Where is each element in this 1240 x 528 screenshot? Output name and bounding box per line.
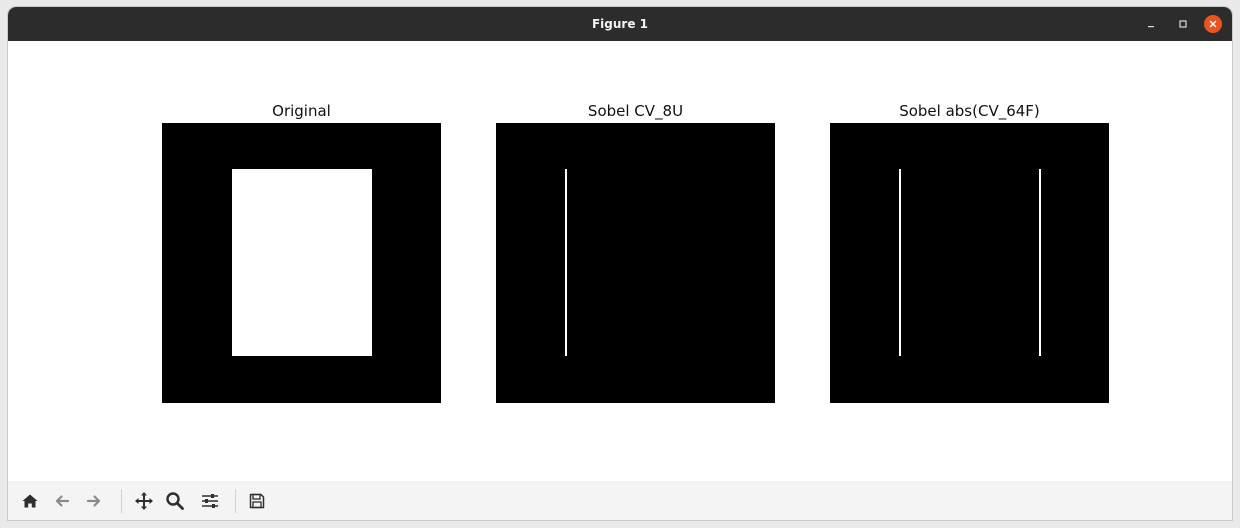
image-sobel-abs-64f <box>830 123 1109 403</box>
minimize-button[interactable] <box>1142 15 1160 33</box>
edge-line-right <box>1039 169 1041 356</box>
configure-subplots-icon <box>202 494 218 508</box>
home-button[interactable] <box>19 490 41 512</box>
back-icon <box>55 495 70 507</box>
maximize-button[interactable] <box>1174 15 1192 33</box>
figure-canvas[interactable]: Original Sobel CV_8U Sobel abs(CV_64F) <box>8 41 1232 481</box>
minimize-icon <box>1148 26 1154 28</box>
title-bar[interactable]: Figure 1 <box>8 7 1232 41</box>
pan-icon <box>135 492 153 510</box>
edge-line-left <box>899 169 901 356</box>
edge-line-left <box>565 169 567 356</box>
navigation-toolbar <box>8 481 1232 520</box>
maximize-icon <box>1179 20 1187 28</box>
close-button[interactable] <box>1204 15 1222 33</box>
zoom-icon <box>166 492 184 510</box>
save-button[interactable] <box>246 490 268 512</box>
window-title: Figure 1 <box>591 17 649 31</box>
figure-window: Figure 1 Original Sobel CV_8U Sobel abs(… <box>8 7 1232 520</box>
close-icon <box>1209 20 1217 28</box>
image-sobel-8u <box>496 123 775 403</box>
forward-icon <box>86 495 101 507</box>
home-icon <box>22 494 38 508</box>
back-button[interactable] <box>51 490 73 512</box>
toolbar-separator <box>235 489 236 513</box>
forward-button[interactable] <box>83 490 105 512</box>
pan-button[interactable] <box>133 490 155 512</box>
save-icon <box>249 493 265 509</box>
toolbar-separator <box>121 489 122 513</box>
configure-subplots-button[interactable] <box>199 490 221 512</box>
zoom-button[interactable] <box>164 490 186 512</box>
panel-title-sobel-8u: Sobel CV_8U <box>587 102 684 120</box>
panel-title-sobel-abs-64f: Sobel abs(CV_64F) <box>899 102 1040 120</box>
panel-title-original: Original <box>272 102 331 120</box>
white-rectangle <box>232 169 372 356</box>
image-original <box>162 123 441 403</box>
